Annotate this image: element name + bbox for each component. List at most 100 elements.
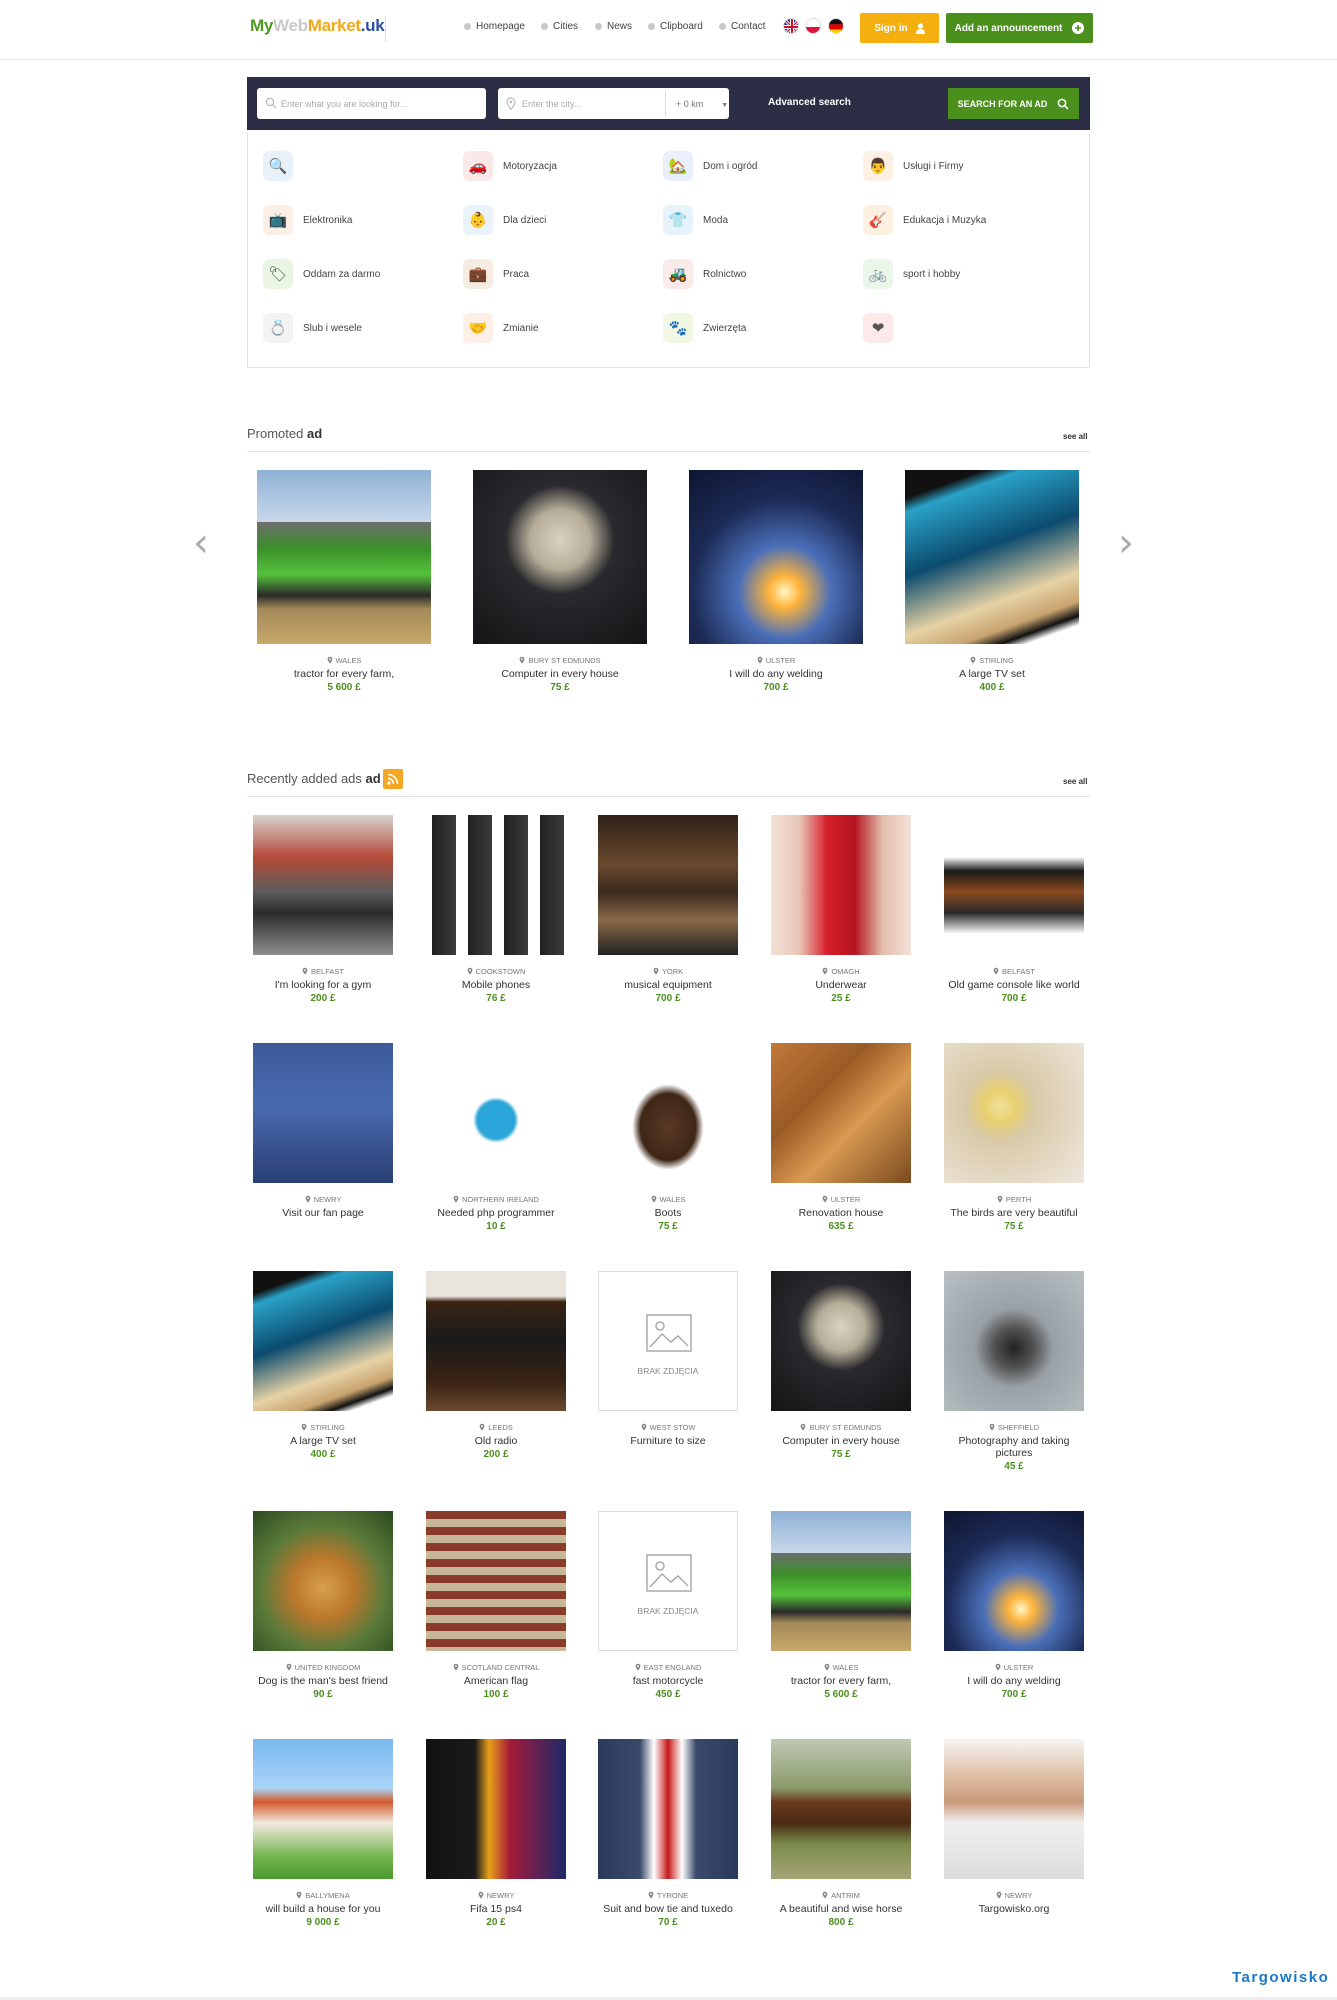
carousel-prev-arrow-icon[interactable]: ‹: [193, 520, 209, 566]
ad-image[interactable]: [944, 815, 1084, 955]
ad-title[interactable]: A beautiful and wise horse: [766, 1903, 916, 1915]
ad-image[interactable]: [771, 1739, 911, 1879]
ad-image[interactable]: [598, 815, 738, 955]
category-label: Motoryzacja: [503, 160, 557, 172]
category-item[interactable]: 🚜 Rolnictwo: [663, 259, 746, 289]
free-tag-icon: 🏷: [263, 259, 293, 289]
category-item[interactable]: 🤝 Zmianie: [463, 313, 539, 343]
ad-title[interactable]: American flag: [421, 1675, 571, 1687]
ad-image[interactable]: [598, 1739, 738, 1879]
ad-title[interactable]: A large TV set: [892, 668, 1092, 680]
category-item[interactable]: 📺 Elektronika: [263, 205, 352, 235]
ad-title[interactable]: Suit and bow tie and tuxedo: [593, 1903, 743, 1915]
pl-flag-icon[interactable]: [805, 18, 821, 34]
ad-image[interactable]: [944, 1043, 1084, 1183]
ad-title[interactable]: Renovation house: [766, 1207, 916, 1219]
advanced-search-link[interactable]: Advanced search: [768, 97, 851, 108]
ad-image[interactable]: [944, 1511, 1084, 1651]
ad-image[interactable]: [771, 815, 911, 955]
uk-flag-icon[interactable]: [783, 18, 799, 34]
ad-image[interactable]: [905, 470, 1079, 644]
ad-image[interactable]: [426, 1271, 566, 1411]
de-flag-icon[interactable]: [828, 18, 844, 34]
search-input[interactable]: Enter what you are looking for...: [257, 88, 486, 119]
location-pin-icon: [305, 1195, 311, 1203]
ad-title[interactable]: tractor for every farm,: [244, 668, 444, 680]
add-announcement-button[interactable]: Add an announcement: [946, 13, 1093, 43]
ad-image[interactable]: [426, 1043, 566, 1183]
search-button[interactable]: SEARCH FOR AN AD: [948, 88, 1079, 119]
ad-title[interactable]: Computer in every house: [460, 668, 660, 680]
category-item[interactable]: 🏡 Dom i ogród: [663, 151, 757, 181]
ad-title[interactable]: Old radio: [421, 1435, 571, 1447]
category-item[interactable]: 💼 Praca: [463, 259, 529, 289]
ad-title[interactable]: Photography and taking pictures: [939, 1435, 1089, 1459]
category-item[interactable]: 🚲 sport i hobby: [863, 259, 960, 289]
ad-title[interactable]: fast motorcycle: [593, 1675, 743, 1687]
ad-image[interactable]: [253, 1271, 393, 1411]
ad-title[interactable]: tractor for every farm,: [766, 1675, 916, 1687]
site-logo[interactable]: MyWebMarket.uk: [250, 16, 385, 36]
city-input[interactable]: Enter the city... + 0 km ▼: [498, 88, 729, 119]
ad-image[interactable]: BRAK ZDJĘCIA: [598, 1271, 738, 1411]
carousel-next-arrow-icon[interactable]: ›: [1118, 520, 1134, 566]
ad-title[interactable]: I will do any welding: [939, 1675, 1089, 1687]
nav-clipboard[interactable]: Clipboard: [648, 21, 703, 32]
ad-image[interactable]: [257, 470, 431, 644]
ad-title[interactable]: Fifa 15 ps4: [421, 1903, 571, 1915]
ad-image[interactable]: [426, 815, 566, 955]
ad-image[interactable]: [253, 1739, 393, 1879]
radius-select[interactable]: + 0 km ▼: [676, 99, 728, 109]
category-item[interactable]: 🔍: [263, 151, 303, 181]
ad-title[interactable]: Computer in every house: [766, 1435, 916, 1447]
ad-title[interactable]: I'm looking for a gym: [248, 979, 398, 991]
ad-image[interactable]: BRAK ZDJĘCIA: [598, 1511, 738, 1651]
ad-title[interactable]: Visit our fan page: [248, 1207, 398, 1219]
ad-image[interactable]: [253, 815, 393, 955]
promoted-see-all-link[interactable]: see all: [1063, 432, 1087, 441]
category-item[interactable]: ❤: [863, 313, 903, 343]
category-item[interactable]: 👕 Moda: [663, 205, 728, 235]
ad-image[interactable]: [426, 1739, 566, 1879]
ad-image[interactable]: [771, 1511, 911, 1651]
ad-title[interactable]: Targowisko.org: [939, 1903, 1089, 1915]
sign-in-button[interactable]: Sign in: [860, 13, 939, 43]
ad-image[interactable]: [689, 470, 863, 644]
category-item[interactable]: 🚗 Motoryzacja: [463, 151, 557, 181]
ad-image[interactable]: [473, 470, 647, 644]
ad-title[interactable]: musical equipment: [593, 979, 743, 991]
radius-value: + 0 km: [676, 98, 704, 109]
recent-see-all-link[interactable]: see all: [1063, 777, 1087, 786]
ad-title[interactable]: Underwear: [766, 979, 916, 991]
ad-image[interactable]: [426, 1511, 566, 1651]
ad-image[interactable]: [944, 1271, 1084, 1411]
ad-image[interactable]: [771, 1043, 911, 1183]
ad-title[interactable]: Boots: [593, 1207, 743, 1219]
ad-title[interactable]: Mobile phones: [421, 979, 571, 991]
ad-title[interactable]: A large TV set: [248, 1435, 398, 1447]
ad-title[interactable]: Needed php programmer: [421, 1207, 571, 1219]
ad-title[interactable]: Dog is the man's best friend: [248, 1675, 398, 1687]
ad-title[interactable]: Old game console like world: [939, 979, 1089, 991]
nav-contact[interactable]: Contact: [719, 21, 765, 32]
category-item[interactable]: 👶 Dla dzieci: [463, 205, 546, 235]
ad-image[interactable]: [253, 1043, 393, 1183]
ad-image[interactable]: [598, 1043, 738, 1183]
category-item[interactable]: 👨 Usługi i Firmy: [863, 151, 964, 181]
ad-title[interactable]: I will do any welding: [676, 668, 876, 680]
nav-news[interactable]: News: [595, 21, 632, 32]
ad-title[interactable]: Furniture to size: [593, 1435, 743, 1447]
category-item[interactable]: 🎸 Edukacja i Muzyka: [863, 205, 986, 235]
nav-cities[interactable]: Cities: [541, 21, 578, 32]
category-item[interactable]: 💍 Slub i wesele: [263, 313, 362, 343]
ad-title[interactable]: will build a house for you: [248, 1903, 398, 1915]
ad-image[interactable]: [944, 1739, 1084, 1879]
ad-image[interactable]: [253, 1511, 393, 1651]
ad-image[interactable]: [771, 1271, 911, 1411]
rss-feed-icon[interactable]: [383, 769, 403, 789]
ad-price: 700 £: [763, 682, 789, 693]
category-item[interactable]: 🏷 Oddam za darmo: [263, 259, 380, 289]
ad-title[interactable]: The birds are very beautiful: [939, 1207, 1089, 1219]
category-item[interactable]: 🐾 Zwierzęta: [663, 313, 746, 343]
nav-homepage[interactable]: Homepage: [464, 21, 525, 32]
